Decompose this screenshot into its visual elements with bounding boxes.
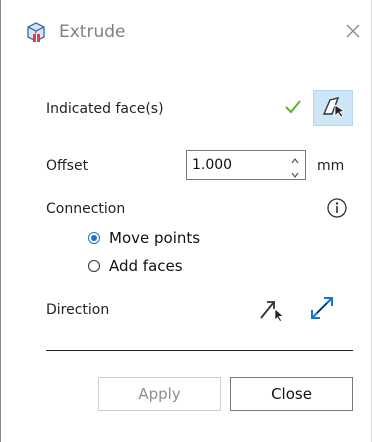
extrude-dialog: Extrude Indicated face(s) Offset 1.000 m…: [0, 0, 372, 442]
spinner-up-icon[interactable]: [288, 152, 302, 164]
apply-button[interactable]: Apply: [98, 377, 221, 411]
check-icon: [282, 96, 304, 118]
face-select-button[interactable]: [313, 90, 353, 126]
connection-label: Connection: [46, 201, 126, 217]
spinner-down-icon[interactable]: [288, 166, 302, 178]
close-icon[interactable]: [342, 20, 364, 42]
close-button[interactable]: Close: [230, 377, 353, 411]
info-icon[interactable]: [326, 197, 348, 219]
radio-label: Move points: [109, 229, 201, 247]
direction-flip-icon[interactable]: [307, 293, 337, 323]
radio-button-unchecked[interactable]: [88, 260, 100, 272]
indicated-faces-label: Indicated face(s): [46, 101, 164, 117]
radio-button-checked[interactable]: [88, 232, 100, 244]
direction-label: Direction: [46, 302, 110, 318]
dialog-title: Extrude: [59, 22, 126, 42]
offset-unit: mm: [317, 158, 345, 174]
extrude-cube-icon: [26, 22, 46, 44]
divider: [46, 350, 353, 351]
offset-label: Offset: [46, 158, 89, 174]
radio-move-points[interactable]: Move points: [88, 229, 200, 247]
radio-add-faces[interactable]: Add faces: [88, 257, 183, 275]
direction-select-icon[interactable]: [257, 295, 285, 323]
radio-label: Add faces: [109, 257, 183, 275]
face-select-icon: [320, 94, 346, 122]
offset-value: 1.000: [192, 157, 233, 173]
